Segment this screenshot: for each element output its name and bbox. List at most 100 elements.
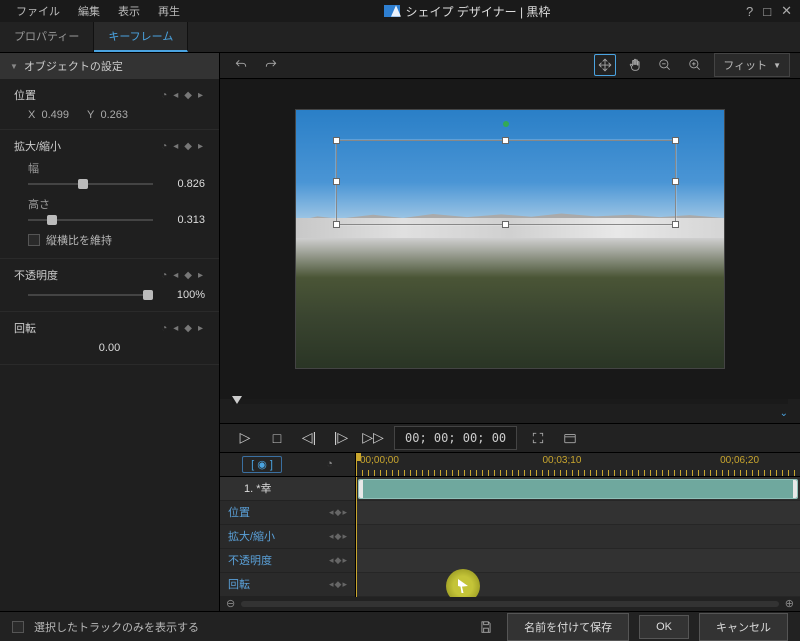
- rotate-handle[interactable]: [503, 121, 509, 127]
- zoom-in-timeline-icon[interactable]: ⊕: [785, 597, 794, 610]
- keyframe-toggle-icon[interactable]: ◔: [326, 458, 333, 470]
- redo-icon[interactable]: [260, 54, 282, 76]
- add-key-icon[interactable]: ◆: [182, 270, 194, 281]
- ruler-tick: 00;00;00: [360, 455, 399, 466]
- pos-y-label: Y: [87, 109, 94, 121]
- resize-handle[interactable]: [333, 221, 340, 228]
- next-key-icon[interactable]: ▸: [196, 323, 205, 334]
- fast-forward-icon[interactable]: ▷▷: [362, 427, 384, 449]
- timecode[interactable]: 00; 00; 00; 00: [394, 426, 517, 450]
- preview-canvas[interactable]: [295, 109, 725, 369]
- resize-handle[interactable]: [333, 178, 340, 185]
- scale-width-value[interactable]: 0.826: [161, 178, 205, 190]
- stopwatch-icon[interactable]: ◔: [159, 90, 169, 101]
- scale-width-slider[interactable]: [28, 183, 153, 185]
- group-object-settings[interactable]: オブジェクトの設定: [0, 53, 219, 79]
- move-tool-icon[interactable]: [594, 54, 616, 76]
- undo-icon[interactable]: [230, 54, 252, 76]
- timeline-scrollbar[interactable]: [241, 601, 779, 607]
- menu-view[interactable]: 表示: [110, 0, 148, 22]
- prev-key-icon[interactable]: ◂: [171, 90, 180, 101]
- pos-y-value[interactable]: 0.263: [100, 109, 128, 121]
- save-icon[interactable]: [475, 616, 497, 638]
- keep-ratio-checkbox[interactable]: [28, 234, 40, 246]
- timeline-ruler[interactable]: 00;00;00 00;03;10 00;06;20: [356, 453, 800, 476]
- menu-play[interactable]: 再生: [150, 0, 188, 22]
- hand-tool-icon[interactable]: [624, 54, 646, 76]
- next-key-icon[interactable]: ▸: [196, 90, 205, 101]
- preview-scrubber[interactable]: [232, 399, 788, 404]
- stopwatch-icon[interactable]: ◔: [159, 323, 169, 334]
- opacity-value[interactable]: 100%: [161, 289, 205, 301]
- prev-key-icon[interactable]: ◂: [171, 141, 180, 152]
- fullscreen-icon[interactable]: [527, 427, 549, 449]
- next-frame-icon[interactable]: |▷: [330, 427, 352, 449]
- canvas-area[interactable]: [220, 79, 800, 399]
- next-key-icon[interactable]: ▸: [196, 270, 205, 281]
- timeline-clip[interactable]: [358, 479, 798, 499]
- ok-button[interactable]: OK: [639, 615, 689, 639]
- prop-position-label: 位置: [14, 87, 36, 103]
- resize-handle[interactable]: [333, 137, 340, 144]
- keep-ratio-label: 縦横比を維持: [46, 232, 112, 248]
- add-key-icon[interactable]: ◆: [182, 141, 194, 152]
- scale-width-label: 幅: [14, 160, 205, 176]
- snapshot-icon[interactable]: [559, 427, 581, 449]
- prev-key-icon[interactable]: ◂: [171, 270, 180, 281]
- cancel-button[interactable]: キャンセル: [699, 613, 788, 641]
- menu-file[interactable]: ファイル: [8, 0, 68, 22]
- rotation-value[interactable]: 0.00: [14, 342, 205, 354]
- maximize-icon[interactable]: □: [763, 4, 771, 19]
- track-scale[interactable]: 拡大/縮小: [228, 528, 323, 544]
- stop-icon[interactable]: □: [266, 427, 288, 449]
- resize-handle[interactable]: [672, 137, 679, 144]
- stopwatch-icon[interactable]: ◔: [159, 141, 169, 152]
- resize-handle[interactable]: [672, 178, 679, 185]
- zoom-out-icon[interactable]: [654, 54, 676, 76]
- track-rotation[interactable]: 回転: [228, 576, 323, 592]
- scale-height-value[interactable]: 0.313: [161, 214, 205, 226]
- help-icon[interactable]: ?: [746, 4, 753, 19]
- tab-properties[interactable]: プロパティー: [0, 22, 94, 52]
- prop-scale-label: 拡大/縮小: [14, 138, 61, 154]
- resize-handle[interactable]: [502, 137, 509, 144]
- selection-box[interactable]: [336, 140, 676, 225]
- prop-rotation-label: 回転: [14, 320, 36, 336]
- resize-handle[interactable]: [672, 221, 679, 228]
- track-opacity[interactable]: 不透明度: [228, 552, 323, 568]
- playhead-line[interactable]: [356, 477, 357, 597]
- ruler-tick: 00;06;20: [720, 455, 759, 466]
- resize-handle[interactable]: [502, 221, 509, 228]
- prev-frame-icon[interactable]: ◁|: [298, 427, 320, 449]
- scale-height-label: 高さ: [14, 196, 205, 212]
- playhead[interactable]: [356, 453, 357, 476]
- pos-x-value[interactable]: 0.499: [41, 109, 69, 121]
- app-logo: [384, 5, 400, 17]
- zoom-fit-dropdown[interactable]: フィット▼: [714, 53, 790, 77]
- timeline-tracks[interactable]: [356, 477, 800, 597]
- prev-key-icon[interactable]: ◂: [171, 323, 180, 334]
- menu-edit[interactable]: 編集: [70, 0, 108, 22]
- track-header-main[interactable]: 1. *幸: [220, 477, 355, 501]
- timeline: [ ◉ ] ◔ 00;00;00 00;03;10 00;06;20 1. *幸…: [220, 452, 800, 611]
- save-as-button[interactable]: 名前を付けて保存: [507, 613, 629, 641]
- scale-height-slider[interactable]: [28, 219, 153, 221]
- stopwatch-icon[interactable]: ◔: [159, 270, 169, 281]
- tab-keyframe[interactable]: キーフレーム: [94, 22, 188, 52]
- add-key-icon[interactable]: ◆: [182, 323, 194, 334]
- show-selected-checkbox[interactable]: [12, 621, 24, 633]
- pos-x-label: X: [28, 109, 35, 121]
- close-icon[interactable]: ✕: [781, 3, 792, 19]
- show-selected-label: 選択したトラックのみを表示する: [34, 619, 199, 635]
- collapse-icon[interactable]: ⌄: [780, 408, 788, 419]
- properties-panel: オブジェクトの設定 位置 ◔◂◆▸ X 0.499 Y 0.263 拡大/縮小 …: [0, 53, 220, 611]
- next-key-icon[interactable]: ▸: [196, 141, 205, 152]
- visibility-toggle-icon[interactable]: [ ◉ ]: [242, 456, 282, 473]
- zoom-out-timeline-icon[interactable]: ⊖: [226, 597, 235, 610]
- opacity-slider[interactable]: [28, 294, 153, 296]
- prop-opacity-label: 不透明度: [14, 267, 58, 283]
- play-icon[interactable]: ▷: [234, 427, 256, 449]
- add-key-icon[interactable]: ◆: [182, 90, 194, 101]
- track-position[interactable]: 位置: [228, 504, 323, 520]
- zoom-in-icon[interactable]: [684, 54, 706, 76]
